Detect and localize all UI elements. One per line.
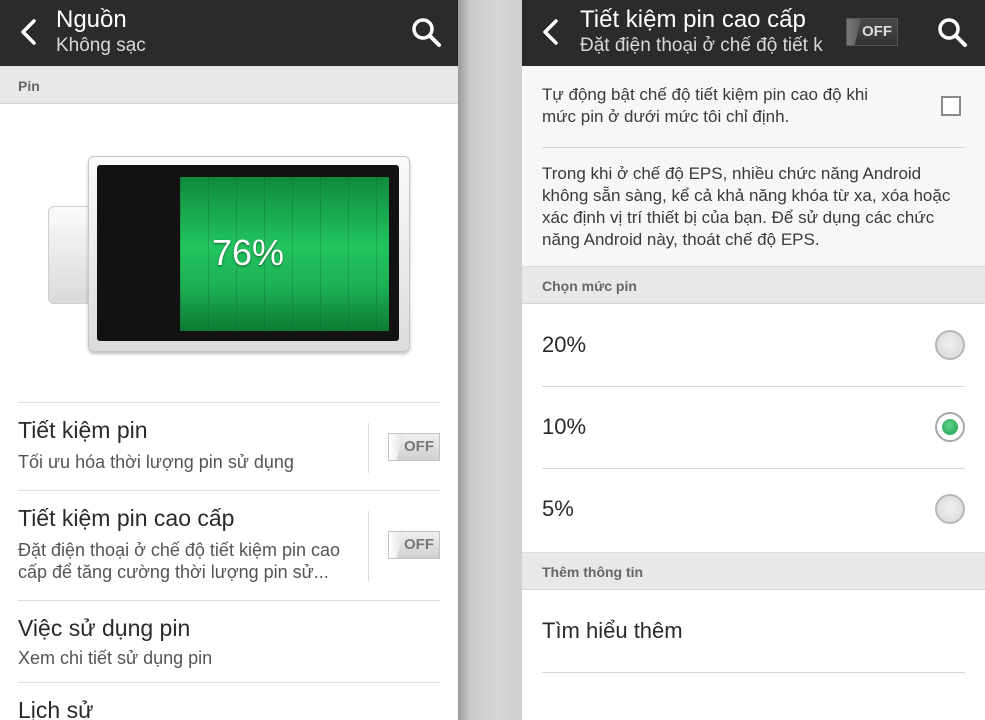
battery-shell: 76% [88,156,410,352]
radio-selected-dot [942,419,958,435]
auto-enable-text: Tự động bật chế độ tiết kiệm pin cao độ … [542,85,869,126]
toggle-knob [389,532,403,558]
setting-title: Việc sử dụng pin [18,615,191,641]
page-subtitle: Đặt điện thoại ở chế độ tiết k [580,35,823,56]
level-option-5[interactable]: 5% [522,468,985,550]
back-chevron-icon[interactable] [12,14,48,50]
radio-button-selected[interactable] [935,412,965,442]
radio-button[interactable] [935,494,965,524]
learn-more-label: Tìm hiểu thêm [542,618,683,643]
setting-subtitle: Xem chi tiết sử dụng pin [18,648,213,668]
auto-enable-checkbox[interactable] [941,96,961,116]
toggle-label: OFF [404,536,434,553]
extreme-power-saver-toggle[interactable]: OFF [388,531,440,559]
level-option-10[interactable]: 10% [522,386,985,468]
eps-info-text: Trong khi ở chế độ EPS, nhiều chức năng … [542,164,951,249]
page-subtitle: Không sạc [56,35,146,56]
divider [368,423,369,473]
setting-row-extreme-power-saver[interactable]: Tiết kiệm pin cao cấp Đặt điện thoại ở c… [18,490,440,601]
page-title: Tiết kiệm pin cao cấp [580,6,806,33]
radio-button[interactable] [935,330,965,360]
toggle-knob [847,19,861,45]
screen-gap [458,0,522,720]
power-screen: Nguồn Không sạc Pin 76% Tiết kiệm pin Tố… [0,0,458,720]
toggle-label: OFF [404,438,434,455]
option-label: 10% [542,414,587,439]
appbar-eps-toggle[interactable]: OFF [846,18,898,46]
search-icon[interactable] [934,14,970,50]
page-title: Nguồn [56,6,127,33]
learn-more-link[interactable]: Tìm hiểu thêm [522,590,985,672]
back-chevron-icon[interactable] [534,14,570,50]
section-header-pin: Pin [0,66,458,104]
toggle-label: OFF [862,23,892,40]
search-icon[interactable] [408,14,444,50]
app-bar: Nguồn Không sạc [0,0,458,66]
power-saver-toggle[interactable]: OFF [388,433,440,461]
setting-subtitle: Tối ưu hóa thời lượng pin sử dụng [18,452,294,472]
option-label: 20% [542,332,587,357]
battery-percent: 76% [211,232,285,273]
battery-graphic: 76% [48,156,410,352]
setting-row-power-saver[interactable]: Tiết kiệm pin Tối ưu hóa thời lượng pin … [18,402,440,491]
divider [542,672,965,673]
level-option-20[interactable]: 20% [522,304,985,386]
toggle-knob [389,434,403,460]
setting-title: Lịch sử [18,697,94,720]
option-label: 5% [542,496,574,521]
divider [368,511,369,581]
divider [542,147,965,148]
extreme-power-saver-screen: Tiết kiệm pin cao cấp Đặt điện thoại ở c… [522,0,985,720]
setting-row-history[interactable]: Lịch sử [18,682,440,720]
app-bar: Tiết kiệm pin cao cấp Đặt điện thoại ở c… [522,0,985,66]
section-header-more-info: Thêm thông tin [522,552,985,590]
setting-subtitle: Đặt điện thoại ở chế độ tiết kiệm pin ca… [18,540,340,582]
setting-title: Tiết kiệm pin [18,417,148,443]
section-header-choose-level: Chọn mức pin [522,266,985,304]
setting-title: Tiết kiệm pin cao cấp [18,505,235,531]
setting-row-battery-usage[interactable]: Việc sử dụng pin Xem chi tiết sử dụng pi… [18,600,440,683]
